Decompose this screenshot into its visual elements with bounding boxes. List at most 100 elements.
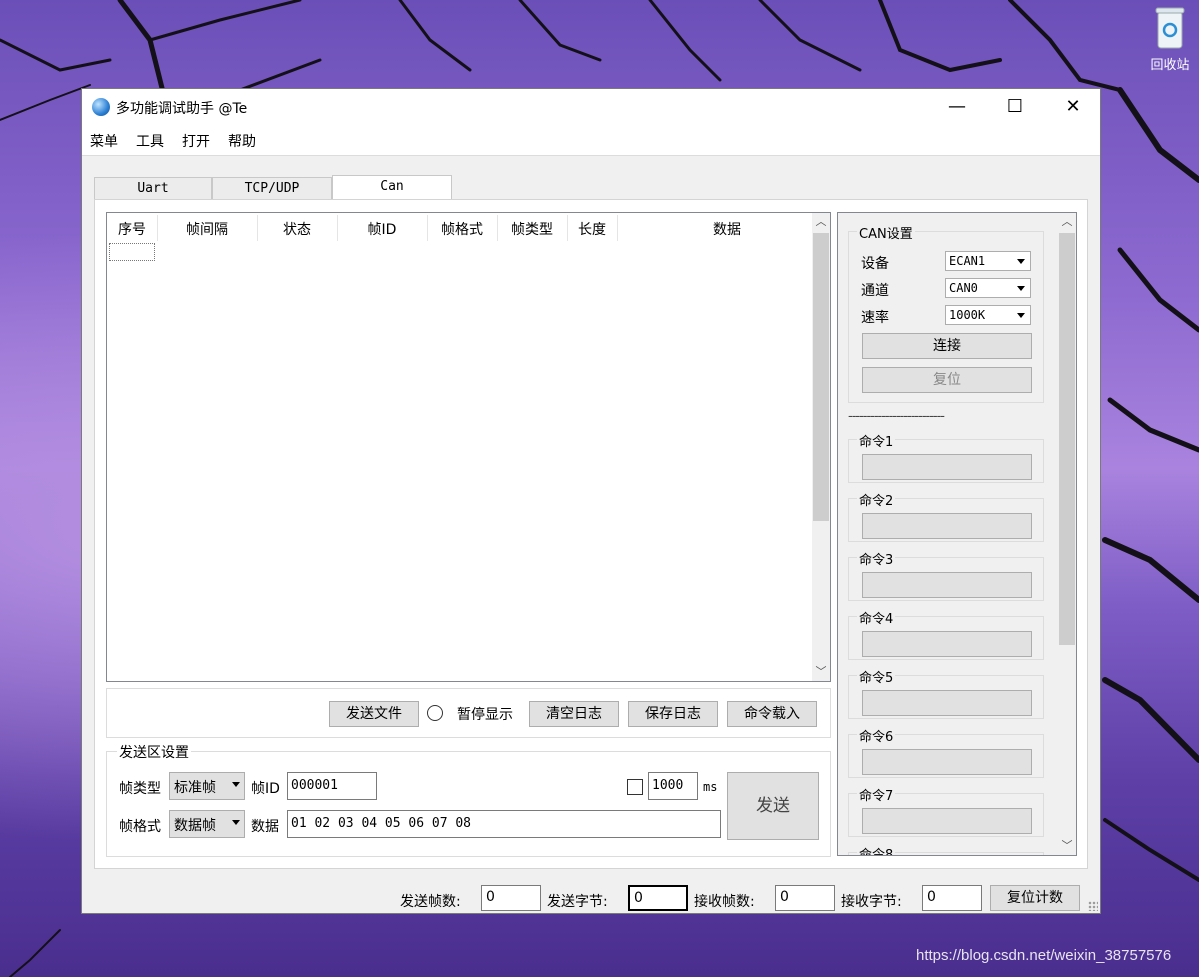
menu-item-open[interactable]: 打开: [182, 131, 210, 151]
pause-display-radio[interactable]: [427, 705, 443, 721]
separator-line: --------------------------: [848, 409, 945, 424]
col-frame-id[interactable]: 帧ID: [337, 219, 427, 239]
tab-tcp-udp[interactable]: TCP/UDP: [212, 177, 332, 199]
resize-grip[interactable]: [1088, 901, 1098, 911]
can-settings-title: CAN设置: [857, 223, 915, 242]
frame-format-label: 帧格式: [119, 819, 161, 835]
channel-select[interactable]: CAN0: [945, 278, 1031, 298]
menu-item-help[interactable]: 帮助: [228, 131, 256, 151]
device-label: 设备: [861, 256, 889, 272]
close-button[interactable]: ✕: [1044, 89, 1102, 123]
send-button[interactable]: 发送: [727, 772, 819, 840]
recv-frames-field[interactable]: 0: [775, 885, 835, 911]
chevron-down-icon: [1017, 259, 1025, 264]
command-group-2: 命令2: [848, 490, 1044, 542]
data-input[interactable]: 01 02 03 04 05 06 07 08: [287, 810, 721, 838]
recv-bytes-field[interactable]: 0: [922, 885, 982, 911]
data-label: 数据: [251, 819, 279, 835]
save-log-button[interactable]: 保存日志: [628, 701, 718, 727]
sent-bytes-field[interactable]: 0: [628, 885, 688, 911]
reset-count-button[interactable]: 复位计数: [990, 885, 1080, 911]
command-button-5[interactable]: [862, 690, 1032, 716]
focus-cell[interactable]: [109, 243, 155, 261]
menu-item-menu[interactable]: 菜单: [90, 131, 118, 151]
scroll-down-icon[interactable]: ﹀: [1058, 837, 1076, 855]
frame-id-label: 帧ID: [251, 781, 280, 797]
recycle-bin-icon[interactable]: 回收站: [1143, 4, 1197, 73]
command-label-8: 命令8: [857, 844, 896, 855]
title-bar[interactable]: 多功能调试助手 @Te — ☐ ✕: [82, 89, 1100, 127]
channel-label: 通道: [861, 283, 889, 299]
recv-bytes-label: 接收字节:: [841, 894, 902, 910]
scroll-thumb[interactable]: [1059, 233, 1075, 645]
log-table-header: 序号 帧间隔 状态 帧ID 帧格式 帧类型 长度 数据: [107, 213, 813, 243]
channel-value: CAN0: [949, 281, 978, 295]
send-settings-title: 发送区设置: [117, 742, 191, 762]
chevron-down-icon: [232, 782, 240, 787]
sent-bytes-label: 发送字节:: [547, 894, 608, 910]
frame-id-input[interactable]: 000001: [287, 772, 377, 800]
frame-format-value: 数据帧: [174, 818, 216, 834]
command-label-1: 命令1: [857, 431, 896, 450]
minimize-button[interactable]: —: [928, 89, 986, 123]
command-button-7[interactable]: [862, 808, 1032, 834]
col-interval[interactable]: 帧间隔: [157, 219, 257, 239]
maximize-button[interactable]: ☐: [986, 89, 1044, 123]
clear-log-button[interactable]: 清空日志: [529, 701, 619, 727]
col-seq[interactable]: 序号: [107, 219, 157, 239]
connect-button[interactable]: 连接: [862, 333, 1032, 359]
command-button-6[interactable]: [862, 749, 1032, 775]
frame-type-select[interactable]: 标准帧: [169, 772, 245, 800]
sent-frames-field[interactable]: 0: [481, 885, 541, 911]
command-group-4: 命令4: [848, 608, 1044, 660]
log-actions: 发送文件 暂停显示 清空日志 保存日志 命令载入: [106, 688, 831, 738]
frame-format-select[interactable]: 数据帧: [169, 810, 245, 838]
command-button-2[interactable]: [862, 513, 1032, 539]
load-commands-button[interactable]: 命令载入: [727, 701, 817, 727]
window-title: 多功能调试助手 @Te: [116, 101, 248, 117]
tab-can[interactable]: Can: [332, 175, 452, 199]
col-frame-format[interactable]: 帧格式: [427, 219, 497, 239]
command-group-8: 命令8: [848, 844, 1044, 855]
recv-frames-label: 接收帧数:: [694, 894, 755, 910]
col-status[interactable]: 状态: [257, 219, 337, 239]
scroll-down-icon[interactable]: ﹀: [812, 663, 830, 681]
device-select[interactable]: ECAN1: [945, 251, 1031, 271]
command-label-3: 命令3: [857, 549, 896, 568]
recycle-bin-label: 回收站: [1150, 58, 1190, 73]
command-group-5: 命令5: [848, 667, 1044, 719]
chevron-down-icon: [1017, 313, 1025, 318]
command-button-1[interactable]: [862, 454, 1032, 480]
rate-select[interactable]: 1000K: [945, 305, 1031, 325]
command-group-1: 命令1: [848, 431, 1044, 483]
col-length[interactable]: 长度: [567, 219, 617, 239]
command-label-5: 命令5: [857, 667, 896, 686]
command-label-7: 命令7: [857, 785, 896, 804]
send-file-button[interactable]: 发送文件: [329, 701, 419, 727]
frame-type-value: 标准帧: [174, 780, 216, 796]
log-table[interactable]: 序号 帧间隔 状态 帧ID 帧格式 帧类型 长度 数据 ︿ ﹀: [106, 212, 831, 682]
menu-item-tools[interactable]: 工具: [136, 131, 164, 151]
interval-input[interactable]: 1000: [648, 772, 698, 800]
timed-send-checkbox[interactable]: [627, 779, 643, 795]
col-data[interactable]: 数据: [617, 219, 837, 239]
scroll-up-icon[interactable]: ︿: [1058, 213, 1076, 231]
scroll-up-icon[interactable]: ︿: [812, 213, 830, 231]
tab-uart[interactable]: Uart: [94, 177, 212, 199]
side-scrollbar[interactable]: ︿ ﹀: [1058, 213, 1076, 855]
frame-type-label: 帧类型: [119, 781, 161, 797]
command-label-6: 命令6: [857, 726, 896, 745]
reset-button[interactable]: 复位: [862, 367, 1032, 393]
rate-label: 速率: [861, 310, 889, 326]
command-label-4: 命令4: [857, 608, 896, 627]
col-frame-type[interactable]: 帧类型: [497, 219, 567, 239]
rate-value: 1000K: [949, 308, 986, 322]
command-button-3[interactable]: [862, 572, 1032, 598]
chevron-down-icon: [1017, 286, 1025, 291]
log-scrollbar[interactable]: ︿ ﹀: [812, 213, 830, 681]
command-button-4[interactable]: [862, 631, 1032, 657]
scroll-thumb[interactable]: [813, 233, 829, 521]
menu-bar: 菜单 工具 打开 帮助: [82, 127, 1100, 156]
sent-frames-label: 发送帧数:: [400, 894, 461, 910]
pause-display-label: 暂停显示: [457, 707, 513, 723]
